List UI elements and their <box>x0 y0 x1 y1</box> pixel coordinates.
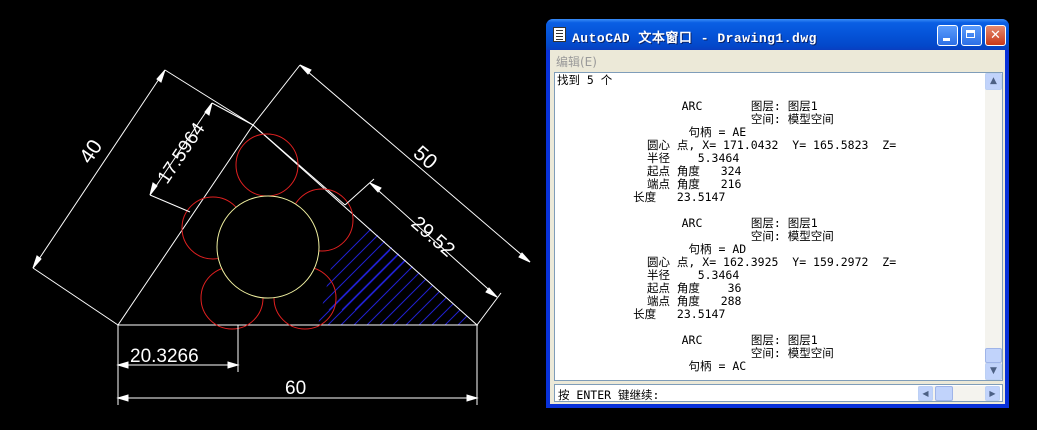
extension-line-top <box>252 64 301 126</box>
dimension-60-label: 60 <box>285 378 306 399</box>
output-line: 找到 5 个 <box>557 74 613 87</box>
window-title: AutoCAD 文本窗口 - Drawing1.dwg <box>572 31 817 46</box>
vertical-scrollbar[interactable]: ▲ ▼ <box>985 73 1002 380</box>
dimension-40-label: 40 <box>75 136 107 168</box>
cad-drawing-canvas[interactable]: 40 17.5964 50 29.52 20.3266 60 <box>0 0 545 430</box>
close-icon: ✕ <box>990 28 1001 43</box>
scroll-thumb[interactable] <box>985 348 1002 363</box>
menu-bar: 编辑(E) <box>550 50 1005 70</box>
window-client: 编辑(E) 找到 5 个 ARC 图层: 图层1 空间: 模型空间 句柄 = A… <box>550 50 1005 404</box>
hatch-region[interactable] <box>290 219 533 340</box>
dimension-29-52-label: 29.52 <box>407 212 459 261</box>
horizontal-scrollbar[interactable]: ◀ ▶ <box>918 386 1000 401</box>
scroll-up-button[interactable]: ▲ <box>985 73 1002 90</box>
scroll-right-button[interactable]: ▶ <box>985 386 1000 401</box>
command-line[interactable]: 按 ENTER 键继续: ◀ ▶ <box>554 384 1003 402</box>
dimension-17-5964-label: 17.5964 <box>154 119 210 188</box>
horizontal-scroll-thumb[interactable] <box>935 386 953 401</box>
autocad-text-window[interactable]: AutoCAD 文本窗口 - Drawing1.dwg ✕ 编辑(E) 找到 5… <box>546 19 1009 408</box>
title-bar[interactable]: AutoCAD 文本窗口 - Drawing1.dwg ✕ <box>546 19 1009 50</box>
output-line: 句柄 = AC <box>557 359 747 373</box>
inner-edge <box>252 124 346 206</box>
dimension-29-52[interactable] <box>344 178 502 326</box>
command-prompt: 按 ENTER 键继续: <box>558 388 660 402</box>
outline-geometry[interactable] <box>117 64 531 326</box>
inner-circle[interactable] <box>216 195 320 299</box>
output-line: 长度 23.5147 <box>557 307 726 321</box>
chevron-down-icon: ▼ <box>990 366 997 376</box>
close-button[interactable]: ✕ <box>985 25 1006 46</box>
minimize-button[interactable] <box>937 25 958 46</box>
chevron-up-icon: ▲ <box>990 76 997 86</box>
menu-edit[interactable]: 编辑(E) <box>556 53 597 70</box>
scroll-down-button[interactable]: ▼ <box>985 363 1002 380</box>
chevron-left-icon: ◀ <box>922 389 929 398</box>
chevron-right-icon: ▶ <box>989 389 996 398</box>
scroll-left-button[interactable]: ◀ <box>918 386 933 401</box>
dimension-50-label: 50 <box>409 141 442 174</box>
output-line: 长度 23.5147 <box>557 190 726 204</box>
command-history[interactable]: 找到 5 个 ARC 图层: 图层1 空间: 模型空间 句柄 = AE 圆心 点… <box>557 74 982 379</box>
dimension-20-3266-label: 20.3266 <box>130 346 199 367</box>
text-window-icon[interactable] <box>553 27 566 42</box>
maximize-button[interactable] <box>961 25 982 46</box>
history-text-area[interactable]: 找到 5 个 ARC 图层: 图层1 空间: 模型空间 句柄 = AE 圆心 点… <box>554 72 1003 381</box>
